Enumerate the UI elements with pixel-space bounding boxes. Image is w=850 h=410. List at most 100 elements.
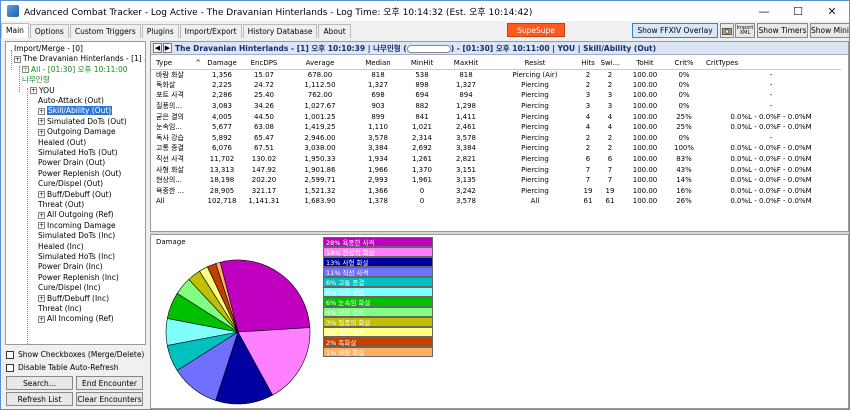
tree-item[interactable]: Import/Merge - [0]	[14, 44, 83, 54]
search-button[interactable]: Search...	[6, 376, 73, 390]
tree-item[interactable]: + Incoming Damage	[38, 221, 116, 231]
expand-icon[interactable]: +	[38, 211, 45, 219]
table-row[interactable]: 포트 사격 2,286 25.40 762.00 698 694 894 Piercing 3 3…	[151, 90, 841, 101]
tree-item[interactable]: Simulated DoTs (Inc)	[38, 231, 115, 241]
tab-custom-triggers[interactable]: Custom Triggers	[69, 24, 141, 38]
tab-main[interactable]: Main	[1, 23, 29, 38]
table-cell: -	[769, 91, 773, 100]
minimize-button[interactable]: —	[747, 1, 781, 21]
tab-history-database[interactable]: History Database	[242, 24, 318, 38]
tree-item[interactable]: Cure/Dispel (Out)	[38, 179, 103, 189]
table-row[interactable]: 독화살 2,225 24.72 1,112.50 1,327 898 1,327 Pierci…	[151, 80, 841, 91]
column-header[interactable]: CritTypes	[701, 58, 841, 70]
table-row[interactable]: 굳은 결의 4,005 44.50 1,001.25 899 841 1,411 Pierci…	[151, 111, 841, 122]
next-arrow-icon[interactable]: ▶	[163, 43, 172, 53]
expand-icon[interactable]: +	[38, 315, 45, 323]
encounter-tree[interactable]: Import/Merge - [0] + The Dravanian Hinterl…	[5, 41, 146, 345]
maximize-button[interactable]: ☐	[781, 1, 815, 21]
column-header[interactable]: Average	[287, 58, 353, 70]
column-header[interactable]: Swi...	[597, 58, 623, 70]
column-header[interactable]: EncDPS	[241, 58, 287, 70]
clear-encounters-button[interactable]: Clear Encounters	[76, 392, 143, 406]
prev-arrow-icon[interactable]: ◀	[153, 43, 162, 53]
table-row[interactable]: All 102,718 1,141.31 1,683.90 1,378 0 3,578 All…	[151, 196, 841, 207]
tree-item[interactable]: + Simulated DoTs (Out)	[38, 117, 127, 127]
column-header[interactable]: MinHit	[403, 58, 441, 70]
tree-item[interactable]: + All Outgoing (Ref)	[38, 210, 114, 220]
table-row[interactable]: 고통 종결 6,076 67.51 3,038.00 3,384 2,692 3,384 Pi…	[151, 143, 841, 154]
show-timers-button[interactable]: Show Timers	[757, 23, 808, 38]
tab-import-export[interactable]: Import/Export	[179, 24, 242, 38]
expand-icon[interactable]: +	[38, 107, 45, 115]
tree-item[interactable]: Auto-Attack (Out)	[38, 96, 104, 106]
expand-icon[interactable]: +	[38, 295, 45, 303]
expand-icon[interactable]: +	[14, 55, 21, 63]
table-row[interactable]: 바람 화살 1,356 15.07 678.00 818 538 818 Piercing (…	[151, 69, 841, 80]
table-row[interactable]: 직선 사격 11,702 130.02 1,950.33 1,934 1,261 2,821…	[151, 154, 841, 165]
end-encounter-button[interactable]: End Encounter	[76, 376, 143, 390]
tree-item[interactable]: Power Replenish (Inc)	[38, 273, 119, 283]
table-cell: 202.20	[251, 176, 277, 185]
tree-item[interactable]: + All Incoming (Ref)	[38, 314, 114, 324]
tree-item[interactable]: + All - [01:30] 오후 10:11:00	[22, 65, 128, 75]
tree-item[interactable]: + Outgoing Damage	[38, 127, 116, 137]
tab-about[interactable]: About	[318, 24, 351, 38]
tree-item[interactable]: + The Dravanian Hinterlands - [1] 오후	[14, 54, 145, 64]
expand-icon[interactable]: +	[22, 66, 29, 74]
tree-item[interactable]: Simulated HoTs (Inc)	[38, 252, 115, 262]
table-row[interactable]: 질풍의... 3,083 34.26 1,027.67 903 882 1,298 Pierc…	[151, 101, 841, 112]
import-xml-button[interactable]: Import XML	[735, 23, 755, 38]
show-mini-button[interactable]: Show Mini	[810, 23, 850, 38]
table-cell: 3,578	[455, 197, 477, 206]
table-cell: Piercing	[521, 186, 549, 195]
expand-icon[interactable]: +	[38, 222, 45, 230]
column-header[interactable]: Hits	[579, 58, 597, 70]
expand-icon[interactable]: +	[38, 128, 45, 136]
tree-item[interactable]: Simulated HoTs (Out)	[38, 148, 118, 158]
tree-item[interactable]: Power Drain (Inc)	[38, 262, 103, 272]
column-header[interactable]: ^	[193, 58, 203, 70]
column-header[interactable]: ToHit	[623, 58, 667, 70]
expand-icon[interactable]: +	[38, 191, 45, 199]
show-checkboxes-option[interactable]: Show Checkboxes (Merge/Delete)	[6, 350, 144, 359]
table-cell: Piercing (Air)	[512, 70, 558, 79]
tree-item[interactable]: + Buff/Debuff (Out)	[38, 190, 112, 200]
table-row[interactable]: 욕중한 ... 28,905 321.17 1,521.32 1,366 0 3,242 Pi…	[151, 186, 841, 197]
auto-refresh-option[interactable]: Disable Table Auto-Refresh	[6, 363, 119, 372]
tab-plugins[interactable]: Plugins	[141, 24, 179, 38]
supesupe-button[interactable]: SupeSupe	[507, 23, 565, 37]
tree-item[interactable]: + Buff/Debuff (Inc)	[38, 294, 109, 304]
table-cell: 0	[419, 197, 425, 206]
tree-item[interactable]: Power Replenish (Out)	[38, 169, 121, 179]
table-row[interactable]: 현상의... 18,198 202.20 2,599.71 2,993 1,961 3,13…	[151, 175, 841, 186]
tree-item[interactable]: Healed (Inc)	[38, 242, 84, 252]
tree-item[interactable]: Healed (Out)	[38, 138, 86, 148]
column-header[interactable]: MaxHit	[441, 58, 491, 70]
column-header[interactable]: Resist	[491, 58, 579, 70]
tree-item[interactable]: Cure/Dispel (Inc)	[38, 283, 101, 293]
tree-item[interactable]: + YOU	[30, 86, 55, 96]
show-checkboxes-checkbox[interactable]	[6, 350, 14, 359]
table-row[interactable]: 눈속임... 5,677 63.08 1,419.25 1,110 1,021 2,461 P…	[151, 122, 841, 133]
pie-svg	[165, 259, 311, 405]
tree-item[interactable]: 나무인형	[22, 75, 50, 85]
tree-item[interactable]: Power Drain (Out)	[38, 158, 105, 168]
screenshot-icon[interactable]	[720, 23, 734, 38]
auto-refresh-checkbox[interactable]	[6, 363, 14, 372]
column-header[interactable]: Median	[353, 58, 403, 70]
show-overlay-button[interactable]: Show FFXIV Overlay	[632, 23, 718, 38]
tree-item-label: Simulated DoTs (Out)	[47, 116, 127, 126]
refresh-list-button[interactable]: Refresh List	[6, 392, 73, 406]
column-header[interactable]: Crit%	[667, 58, 701, 70]
table-row[interactable]: 독사 강습 5,892 65.47 2,946.00 3,578 2,314 3,578 Pi…	[151, 133, 841, 144]
column-header[interactable]: Type	[151, 58, 193, 70]
table-row[interactable]: 사형 화살 13,313 147.92 1,901.86 1,966 1,370 3,151…	[151, 164, 841, 175]
expand-icon[interactable]: +	[38, 118, 45, 126]
expand-icon[interactable]: +	[30, 87, 37, 95]
close-button[interactable]: ✕	[815, 1, 849, 21]
column-header[interactable]: Damage	[203, 58, 241, 70]
tree-item[interactable]: Threat (Out)	[38, 200, 84, 210]
tab-options[interactable]: Options	[29, 24, 69, 38]
tree-item[interactable]: + Skill/Ability (Out)	[38, 106, 113, 116]
tree-item[interactable]: Threat (Inc)	[38, 304, 82, 314]
